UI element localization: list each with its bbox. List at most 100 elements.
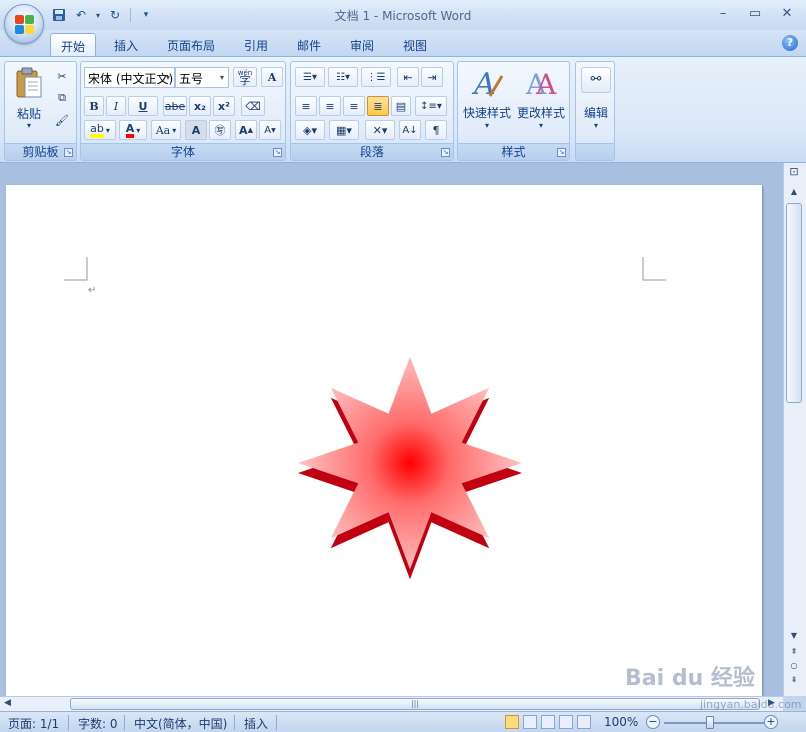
paste-button[interactable]: 粘贴 ▾ <box>9 65 49 137</box>
tab-insert[interactable]: 插入 <box>104 33 148 57</box>
zoom-out-icon[interactable]: − <box>646 715 660 729</box>
minimize-icon[interactable]: – <box>710 4 736 22</box>
status-separator <box>276 715 277 730</box>
zoom-slider-track[interactable] <box>664 722 764 724</box>
document-page[interactable]: ↵ <box>6 185 762 696</box>
editing-button[interactable]: ⚯ 编辑 ▾ <box>578 64 614 138</box>
justify-icon[interactable]: ≣ <box>367 96 389 116</box>
help-icon[interactable]: ? <box>782 35 798 51</box>
font-color-label: A <box>125 123 135 138</box>
insert-mode[interactable]: 插入 <box>244 715 268 732</box>
tab-page-layout[interactable]: 页面布局 <box>157 33 225 57</box>
page-count[interactable]: 页面: 1/1 <box>8 715 59 732</box>
grow-font-button[interactable]: A ▲ <box>235 120 257 140</box>
close-icon[interactable]: ✕ <box>774 4 800 22</box>
highlight-button[interactable]: ab ▾ <box>84 120 116 140</box>
font-group-label: 字体 <box>81 143 285 160</box>
align-left-icon[interactable]: ≡ <box>295 96 317 116</box>
browse-object-icon[interactable]: ○ <box>786 659 802 673</box>
tab-view[interactable]: 视图 <box>393 33 437 57</box>
zoom-slider-thumb[interactable] <box>706 716 714 729</box>
chinese-layout-icon[interactable]: ✕▾ <box>365 120 395 140</box>
scroll-up-icon[interactable]: ▲ <box>786 185 802 199</box>
underline-button[interactable]: U <box>128 96 158 116</box>
borders-icon[interactable]: ▦▾ <box>329 120 359 140</box>
char-border-button[interactable]: A <box>261 67 283 87</box>
next-page-icon[interactable]: ⇟ <box>786 673 802 687</box>
font-name-combo[interactable]: 宋体 (中文正文) ▾ <box>84 67 175 88</box>
paragraph-launcher-icon[interactable]: ↘ <box>441 148 450 157</box>
shrink-font-button[interactable]: A ▼ <box>259 120 281 140</box>
char-shading-button[interactable]: A <box>185 120 207 140</box>
change-styles-button[interactable]: A A 更改样式 ▾ <box>514 64 568 138</box>
tab-review[interactable]: 审阅 <box>340 33 384 57</box>
bold-button[interactable]: B <box>84 96 104 116</box>
strikethrough-button[interactable]: abe <box>163 96 187 116</box>
svg-text:A: A <box>535 68 557 100</box>
office-button[interactable] <box>4 4 44 44</box>
change-case-button[interactable]: Aa ▾ <box>151 120 181 140</box>
horizontal-scrollbar[interactable]: ◀ ||| ▶ <box>0 696 783 711</box>
horizontal-scroll-thumb[interactable]: ||| <box>70 698 760 710</box>
clipboard-launcher-icon[interactable]: ↘ <box>64 148 73 157</box>
copy-icon[interactable]: ⧉ <box>53 88 71 108</box>
distributed-icon[interactable]: ▤ <box>391 96 411 116</box>
tab-mailings[interactable]: 邮件 <box>287 33 331 57</box>
ruler-toggle-icon[interactable]: ⊡ <box>786 165 802 179</box>
increase-indent-icon[interactable]: ⇥ <box>421 67 443 87</box>
multilevel-list-icon[interactable]: ⋮☰ <box>361 67 391 87</box>
margin-corner-top-right <box>642 257 666 281</box>
quick-styles-button[interactable]: A 快速样式 ▾ <box>460 64 514 138</box>
outline-view-icon[interactable] <box>559 715 573 729</box>
change-styles-icon: A A <box>525 68 557 100</box>
word-count[interactable]: 字数: 0 <box>78 715 118 732</box>
bullets-icon[interactable]: ☰▾ <box>295 67 325 87</box>
styles-group: A 快速样式 ▾ A A 更改样式 ▾ 样式 ↘ <box>457 61 570 161</box>
superscript-button[interactable]: x² <box>213 96 235 116</box>
enclose-chars-icon[interactable]: ㊢ <box>209 120 231 140</box>
print-layout-view-icon[interactable] <box>505 715 519 729</box>
chevron-down-icon: ▾ <box>219 73 224 82</box>
ribbon-tabs: 开始 插入 页面布局 引用 邮件 审阅 视图 <box>0 30 806 57</box>
font-size-combo[interactable]: 五号 ▾ <box>175 67 229 88</box>
change-styles-label: 更改样式 <box>516 106 565 120</box>
vertical-scroll-thumb[interactable] <box>786 203 802 403</box>
shading-icon[interactable]: ◈▾ <box>295 120 325 140</box>
zoom-level[interactable]: 100% <box>604 715 638 729</box>
prev-page-icon[interactable]: ⇞ <box>786 645 802 659</box>
italic-button[interactable]: I <box>106 96 126 116</box>
clear-formatting-icon[interactable]: ⌫ <box>241 96 265 116</box>
font-name-value: 宋体 (中文正文) <box>88 72 174 86</box>
scroll-down-icon[interactable]: ▼ <box>786 629 802 643</box>
phonetic-guide-button[interactable]: wén 字 <box>233 67 257 87</box>
language-status[interactable]: 中文(简体，中国) <box>134 715 227 732</box>
font-group: 宋体 (中文正文) ▾ 五号 ▾ wén 字 A B I U abe x₂ x²… <box>80 61 286 161</box>
change-case-label: Aa <box>155 123 171 137</box>
editing-label: 编辑 <box>583 106 608 120</box>
draft-view-icon[interactable] <box>577 715 591 729</box>
baidu-watermark-url: jingyan.baidu.com <box>700 698 802 711</box>
tab-references[interactable]: 引用 <box>234 33 278 57</box>
zoom-in-icon[interactable]: + <box>764 715 778 729</box>
align-center-icon[interactable]: ≡ <box>319 96 341 116</box>
star-shape[interactable] <box>290 343 530 583</box>
numbering-icon[interactable]: ☷▾ <box>328 67 358 87</box>
scroll-left-icon[interactable]: ◀ <box>4 698 11 708</box>
format-painter-icon[interactable]: 🖌 <box>53 110 71 130</box>
decrease-indent-icon[interactable]: ⇤ <box>397 67 419 87</box>
styles-launcher-icon[interactable]: ↘ <box>557 148 566 157</box>
tab-home[interactable]: 开始 <box>50 33 97 57</box>
cut-icon[interactable]: ✂ <box>53 66 71 86</box>
sort-icon[interactable]: A↓ <box>399 120 421 140</box>
web-layout-view-icon[interactable] <box>541 715 555 729</box>
align-right-icon[interactable]: ≡ <box>343 96 365 116</box>
maximize-icon[interactable]: ▭ <box>742 4 768 22</box>
subscript-button[interactable]: x₂ <box>189 96 211 116</box>
font-launcher-icon[interactable]: ↘ <box>273 148 282 157</box>
vertical-scrollbar[interactable]: ⊡ ▲ ▼ ⇞ ○ ⇟ <box>783 163 806 696</box>
title-bar: ↶ ▾ ↻ ▾ 文档 1 - Microsoft Word – ▭ ✕ <box>0 0 806 30</box>
font-color-button[interactable]: A ▾ <box>119 120 147 140</box>
full-screen-reading-view-icon[interactable] <box>523 715 537 729</box>
show-marks-icon[interactable]: ¶ <box>425 120 447 140</box>
line-spacing-icon[interactable]: ↕≡▾ <box>415 96 447 116</box>
